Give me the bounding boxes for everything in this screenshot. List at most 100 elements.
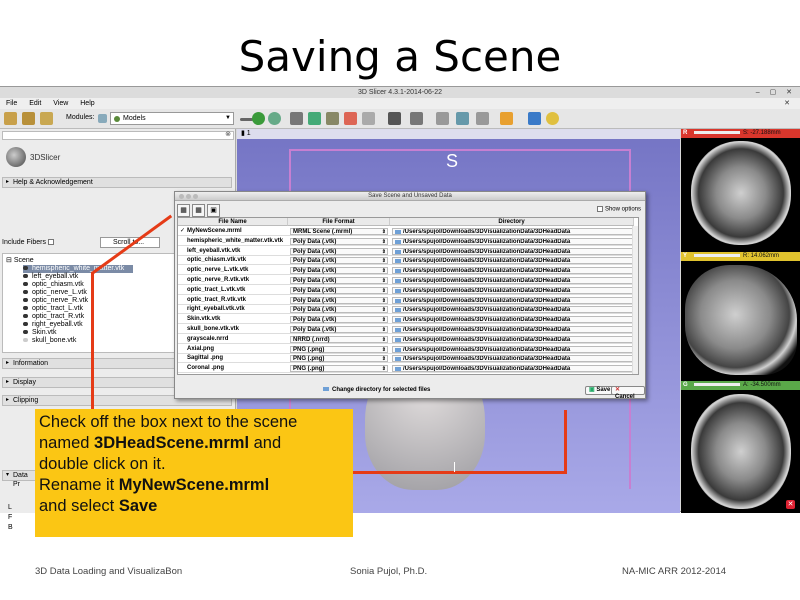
change-directory-button[interactable]: Change directory for selected files [323,387,430,393]
green-slice-bar[interactable]: G A: -34.500mm [681,381,800,390]
tree-item[interactable]: optic_tract_R.vtk [23,313,84,321]
row-file-name[interactable]: optic_nerve_R.vtk.vtk [187,276,287,285]
error-log-icon[interactable]: ✕ [786,500,795,509]
row-file-name[interactable]: Skin.vtk.vtk [187,315,287,324]
show-options[interactable]: Show options [596,206,641,213]
load-data-icon[interactable] [4,112,17,125]
row-file-name[interactable]: optic_tract_R.vtk.vtk [187,296,287,305]
row-format-select[interactable]: Poly Data (.vtk) ⇕ [290,257,388,265]
save-button[interactable]: ▣ Save [585,386,615,395]
green-slice-slider[interactable] [694,382,740,386]
mouse-mode-icon[interactable] [476,112,489,125]
eye-icon[interactable] [23,306,28,311]
tree-item[interactable]: optic_nerve_R.vtk [23,297,88,305]
save-icon[interactable] [40,112,53,125]
scene-bundle-icon[interactable]: ▣ [207,204,220,217]
eye-icon[interactable] [23,290,28,295]
help-section[interactable]: ▸ Help & Acknowledgement [2,177,232,188]
include-fibers[interactable]: Include Fibers [2,239,54,246]
table-row[interactable]: optic_nerve_L.vtk.vtk Poly Data (.vtk) ⇕ /U… [178,266,638,276]
row-format-select[interactable]: Poly Data (.vtk) ⇕ [290,286,388,294]
table-row[interactable]: Axial.png PNG (.png) ⇕ /Users/spujol/Downlo… [178,345,638,354]
table-row[interactable]: optic_chiasm.vtk.vtk Poly Data (.vtk) ⇕ /Us… [178,256,638,266]
select-scene-icon[interactable]: ▦ [192,204,205,217]
menu-file[interactable]: File [6,100,17,107]
table-row[interactable]: hemispheric_white_matter.vtk.vtk Poly Dat… [178,237,638,246]
row-format-select[interactable]: MRML Scene (.mrml) ⇕ [290,228,388,235]
table-row[interactable]: left_eyeball.vtk.vtk Poly Data (.vtk) ⇕ /Us… [178,247,638,256]
row-file-name[interactable]: optic_chiasm.vtk.vtk [187,256,287,265]
tree-item[interactable]: hemispheric_white_matter.vtk [23,265,133,273]
crosshair-icon[interactable] [410,112,423,125]
extension-icon[interactable] [528,112,541,125]
dialog-window-controls[interactable] [179,194,200,203]
coronal-slice-image[interactable] [691,394,791,509]
cancel-button[interactable]: ✕ Cancel [611,386,645,400]
row-directory[interactable]: /Users/spujol/Downloads/3DVisualizationD… [392,335,638,343]
row-directory[interactable]: /Users/spujol/Downloads/3DVisualizationD… [392,316,638,324]
tree-item[interactable]: skull_bone.vtk [23,337,76,345]
row-directory[interactable]: /Users/spujol/Downloads/3DVisualizationD… [392,267,638,275]
show-options-checkbox[interactable] [596,206,603,212]
table-row[interactable]: optic_tract_L.vtk.vtk Poly Data (.vtk) ⇕ /U… [178,286,638,295]
eye-icon[interactable] [23,274,28,279]
row-directory[interactable]: /Users/spujol/Downloads/3DVisualizationD… [392,326,638,333]
red-slice-slider[interactable] [694,130,740,134]
table-row[interactable]: skull_bone.vtk.vtk Poly Data (.vtk) ⇕ /User… [178,325,638,334]
row-file-name[interactable]: Axial.png [187,345,287,354]
row-directory[interactable]: /Users/spujol/Downloads/3DVisualizationD… [392,306,638,314]
table-row[interactable]: optic_nerve_R.vtk.vtk Poly Data (.vtk) ⇕ /U… [178,276,638,285]
row-format-select[interactable]: Poly Data (.vtk) ⇕ [290,247,388,255]
scene-view-icon[interactable] [456,112,469,125]
axial-slice-image[interactable] [691,141,791,245]
volumes-module-icon[interactable] [308,112,321,125]
table-row[interactable]: Skin.vtk.vtk Poly Data (.vtk) ⇕ /Users/spuj… [178,315,638,325]
header-file-format[interactable]: File Format [288,218,390,226]
table-row[interactable]: optic_tract_R.vtk.vtk Poly Data (.vtk) ⇕ /U… [178,296,638,305]
eye-icon[interactable] [23,298,28,303]
select-data-icon[interactable]: ▦ [177,204,190,217]
row-format-select[interactable]: Poly Data (.vtk) ⇕ [290,296,388,304]
3d-view-controller[interactable]: ▮ 1 [237,129,680,139]
sagittal-slice-image[interactable] [685,265,797,375]
row-directory[interactable]: /Users/spujol/Downloads/3DVisualizationD… [392,355,638,363]
row-directory[interactable]: /Users/spujol/Downloads/3DVisualizationD… [392,237,638,245]
row-directory[interactable]: /Users/spujol/Downloads/3DVisualizationD… [392,345,638,353]
row-directory[interactable]: /Users/spujol/Downloads/3DVisualizationD… [392,277,638,284]
eye-icon[interactable] [23,266,28,271]
header-file-name[interactable]: File Name [178,218,288,226]
back-arrow-icon[interactable] [252,112,265,125]
row-directory[interactable]: /Users/spujol/Downloads/3DVisualizationD… [392,296,638,304]
layout-icon[interactable] [388,112,401,125]
row-format-select[interactable]: PNG (.png) ⇕ [290,345,388,353]
row-checkbox[interactable]: ✓ [180,227,185,236]
tree-item[interactable]: optic_tract_L.vtk [23,305,83,313]
module-search-icon[interactable] [98,114,107,123]
models-icon[interactable] [326,112,339,125]
table-row[interactable]: Coronal .png PNG (.png) ⇕ /Users/spujol/Dow… [178,364,638,374]
row-format-select[interactable]: Poly Data (.vtk) ⇕ [290,237,388,245]
module-selector[interactable]: Models ▼ [110,112,234,125]
row-directory[interactable]: /Users/spujol/Downloads/3DVisualizationD… [392,365,638,373]
tree-item[interactable]: Skin.vtk [23,329,57,337]
row-format-select[interactable]: Poly Data (.vtk) ⇕ [290,267,388,275]
window-controls[interactable]: ‒ ▢ ✕ [756,87,796,98]
forward-arrow-icon[interactable] [268,112,281,125]
row-directory[interactable]: /Users/spujol/Downloads/3DVisualizationD… [392,228,638,235]
eye-icon[interactable] [23,322,28,327]
python-icon[interactable] [546,112,559,125]
row-format-select[interactable]: Poly Data (.vtk) ⇕ [290,316,388,324]
row-file-name[interactable]: grayscale.nrrd [187,335,287,344]
eye-icon[interactable] [23,330,28,335]
row-file-name[interactable]: optic_nerve_L.vtk.vtk [187,266,287,275]
header-directory[interactable]: Directory [390,218,634,226]
row-format-select[interactable]: NRRD (.nrrd) ⇕ [290,335,388,343]
row-format-select[interactable]: Poly Data (.vtk) ⇕ [290,306,388,314]
row-format-select[interactable]: PNG (.png) ⇕ [290,365,388,373]
table-row[interactable]: Sagittal .png PNG (.png) ⇕ /Users/spujol/Do… [178,354,638,364]
module-search-field[interactable]: ⊗ [2,131,234,140]
yellow-slice-bar[interactable]: Y R: 14.062mm [681,252,800,261]
tree-item[interactable]: right_eyeball.vtk [23,321,83,329]
row-format-select[interactable]: Poly Data (.vtk) ⇕ [290,277,388,284]
include-fibers-checkbox[interactable] [47,239,54,246]
